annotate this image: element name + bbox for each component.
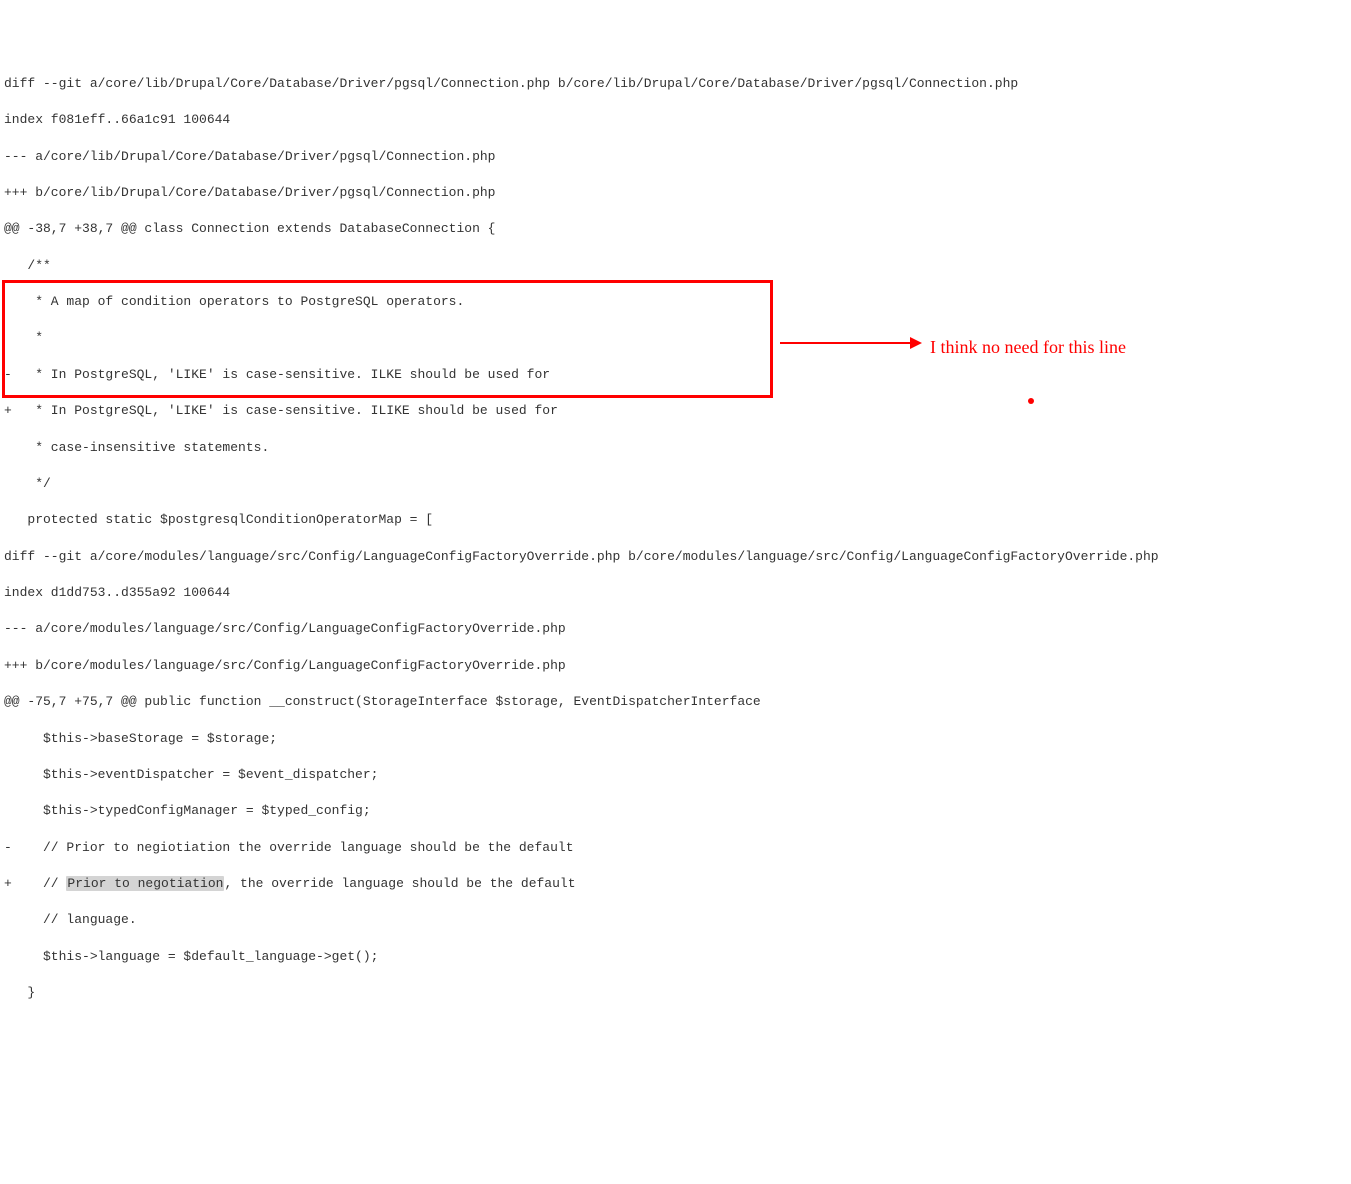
- diff-add-2-suffix: , the override language should be the de…: [224, 876, 575, 891]
- diff-add-2-prefix: + //: [4, 876, 66, 891]
- diff-add-1: + * In PostgreSQL, 'LIKE' is case-sensit…: [4, 402, 1347, 420]
- diff-ctx-1c: *: [4, 329, 1347, 347]
- diff-ctx-2e: $this->language = $default_language->get…: [4, 948, 1347, 966]
- diff-ctx-2a: $this->baseStorage = $storage;: [4, 730, 1347, 748]
- diff-add-2-highlight: Prior to negotiation: [66, 876, 224, 891]
- diff-minus-2: --- a/core/modules/language/src/Config/L…: [4, 620, 1347, 638]
- diff-ctx-1f: protected static $postgresqlConditionOpe…: [4, 511, 1347, 529]
- diff-ctx-1d: * case-insensitive statements.: [4, 439, 1347, 457]
- diff-ctx-1b: * A map of condition operators to Postgr…: [4, 293, 1347, 311]
- diff-plus-1: +++ b/core/lib/Drupal/Core/Database/Driv…: [4, 184, 1347, 202]
- diff-ctx-2f: }: [4, 984, 1347, 1002]
- diff-del-2: - // Prior to negiotiation the override …: [4, 839, 1347, 857]
- diff-ctx-1e: */: [4, 475, 1347, 493]
- diff-ctx-2b: $this->eventDispatcher = $event_dispatch…: [4, 766, 1347, 784]
- diff-hunk-1: @@ -38,7 +38,7 @@ class Connection exten…: [4, 220, 1347, 238]
- diff-minus-1: --- a/core/lib/Drupal/Core/Database/Driv…: [4, 148, 1347, 166]
- diff-plus-2: +++ b/core/modules/language/src/Config/L…: [4, 657, 1347, 675]
- diff-index-2: index d1dd753..d355a92 100644: [4, 584, 1347, 602]
- diff-ctx-1a: /**: [4, 257, 1347, 275]
- diff-ctx-2d: // language.: [4, 911, 1347, 929]
- diff-header-1: diff --git a/core/lib/Drupal/Core/Databa…: [4, 75, 1347, 93]
- diff-index-1: index f081eff..66a1c91 100644: [4, 111, 1347, 129]
- diff-del-1: - * In PostgreSQL, 'LIKE' is case-sensit…: [4, 366, 1347, 384]
- diff-add-2: + // Prior to negotiation, the override …: [4, 875, 1347, 893]
- diff-header-2: diff --git a/core/modules/language/src/C…: [4, 548, 1347, 566]
- diff-ctx-2c: $this->typedConfigManager = $typed_confi…: [4, 802, 1347, 820]
- diff-hunk-2: @@ -75,7 +75,7 @@ public function __cons…: [4, 693, 1347, 711]
